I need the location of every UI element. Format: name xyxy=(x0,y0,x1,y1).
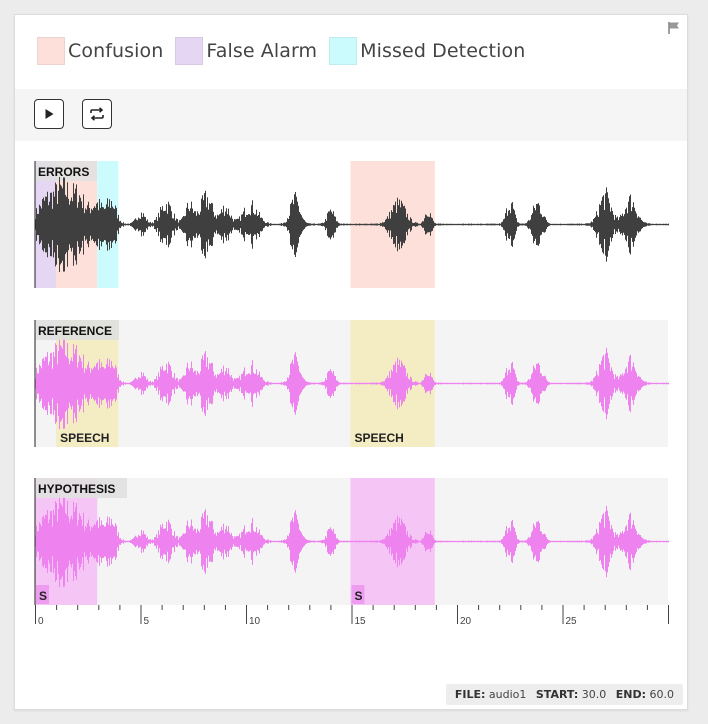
timeline-tick-label: 10 xyxy=(249,616,261,627)
timeline-tick-label: 5 xyxy=(144,616,150,627)
start-value: 30.0 xyxy=(581,688,607,701)
reference-segment-label: SPEECH xyxy=(60,431,109,445)
start-label: START: xyxy=(535,688,579,701)
diarization-card: Confusion False Alarm Missed Detection E xyxy=(14,14,688,710)
hypothesis-segment-label: S xyxy=(354,589,362,603)
reference-track-label: REFERENCE xyxy=(38,324,112,338)
hypothesis-segment-label: S xyxy=(39,589,47,603)
timeline: 0 5 10 15 20 25 xyxy=(35,605,669,627)
end-label: END: xyxy=(615,688,646,701)
hypothesis-track-label: HYPOTHESIS xyxy=(38,482,115,496)
tracks-area[interactable]: ERRORS SPEECH SPEECH REFERENCE S S HYPOTHESIS 0… xyxy=(15,15,687,675)
timeline-tick-label: 25 xyxy=(566,616,578,627)
timeline-tick-label: 0 xyxy=(38,616,44,627)
errors-track-label: ERRORS xyxy=(38,165,89,179)
status-bar: FILE: audio1 START: 30.0 END: 60.0 xyxy=(445,684,683,705)
timeline-tick-label: 15 xyxy=(355,616,367,627)
file-label: FILE: xyxy=(454,688,486,701)
reference-segment-label: SPEECH xyxy=(354,431,403,445)
timeline-tick-label: 20 xyxy=(460,616,472,627)
end-value: 60.0 xyxy=(649,688,675,701)
file-value: audio1 xyxy=(488,688,527,701)
